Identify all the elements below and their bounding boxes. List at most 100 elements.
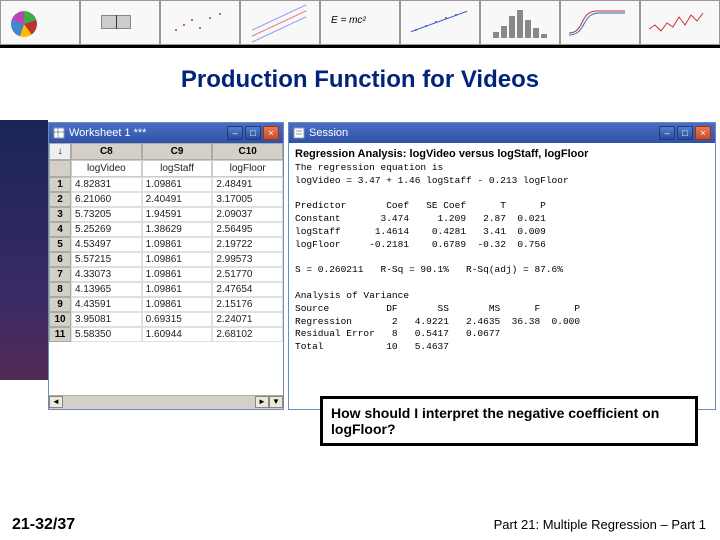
row-header[interactable]: 4 <box>49 222 71 237</box>
row-header[interactable]: 5 <box>49 237 71 252</box>
slide-number: 21-32/37 <box>12 516 75 534</box>
thumb-boxplot[interactable] <box>80 0 160 45</box>
data-cell[interactable]: 5.58350 <box>71 327 142 342</box>
data-cell[interactable]: 2.19722 <box>212 237 283 252</box>
data-cell[interactable]: 1.09861 <box>142 252 213 267</box>
minimize-button[interactable]: – <box>659 126 675 140</box>
col-name[interactable]: logFloor <box>212 160 283 177</box>
data-cell[interactable]: 1.09861 <box>142 237 213 252</box>
session-output[interactable]: Regression Analysis: logVideo versus log… <box>289 143 715 409</box>
data-cell[interactable]: 4.82831 <box>71 177 142 192</box>
thumb-scatter-fit[interactable] <box>400 0 480 45</box>
row-header[interactable]: 8 <box>49 282 71 297</box>
maximize-button[interactable]: □ <box>245 126 261 140</box>
row-header[interactable]: 7 <box>49 267 71 282</box>
col-header[interactable]: C9 <box>142 143 213 160</box>
close-button[interactable]: × <box>695 126 711 140</box>
data-cell[interactable]: 6.21060 <box>71 192 142 207</box>
arrow-cell[interactable]: ↓ <box>49 143 71 160</box>
predictor-row: logFloor -0.2181 0.6789 -0.32 0.756 <box>295 239 546 250</box>
maximize-button[interactable]: □ <box>677 126 693 140</box>
table-row[interactable]: 45.252691.386292.56495 <box>49 222 283 237</box>
data-cell[interactable]: 2.48491 <box>212 177 283 192</box>
data-cell[interactable]: 2.09037 <box>212 207 283 222</box>
data-cell[interactable]: 1.60944 <box>142 327 213 342</box>
row-header[interactable]: 3 <box>49 207 71 222</box>
close-button[interactable]: × <box>263 126 279 140</box>
data-cell[interactable]: 2.56495 <box>212 222 283 237</box>
row-header[interactable]: 11 <box>49 327 71 342</box>
row-header[interactable]: 10 <box>49 312 71 327</box>
data-cell[interactable]: 2.68102 <box>212 327 283 342</box>
scroll-left-button[interactable]: ◄ <box>49 396 63 408</box>
row-header[interactable]: 9 <box>49 297 71 312</box>
anova-heading: Analysis of Variance <box>295 290 409 301</box>
data-cell[interactable]: 1.09861 <box>142 297 213 312</box>
session-window: Session – □ × Regression Analysis: logVi… <box>288 122 716 410</box>
col-header[interactable]: C10 <box>212 143 283 160</box>
anova-row: Total 10 5.4637 <box>295 341 449 352</box>
worksheet-icon <box>53 127 65 139</box>
thumb-timeseries[interactable] <box>640 0 720 45</box>
session-icon <box>293 127 305 139</box>
data-cell[interactable]: 2.47654 <box>212 282 283 297</box>
col-header[interactable]: C8 <box>71 143 142 160</box>
fit-summary: S = 0.260211 R-Sq = 90.1% R-Sq(adj) = 87… <box>295 264 563 275</box>
thumb-pie-chart[interactable] <box>0 0 80 45</box>
worksheet-hscroll[interactable]: ◄ ► ▼ <box>49 395 283 409</box>
data-cell[interactable]: 5.25269 <box>71 222 142 237</box>
data-cell[interactable]: 1.09861 <box>142 282 213 297</box>
data-cell[interactable]: 4.43591 <box>71 297 142 312</box>
table-row[interactable]: 103.950810.693152.24071 <box>49 312 283 327</box>
thumb-fitted-lines[interactable] <box>240 0 320 45</box>
table-row[interactable]: 74.330731.098612.51770 <box>49 267 283 282</box>
worksheet-name-row: logVideo logStaff logFloor <box>49 160 283 177</box>
scroll-down-button[interactable]: ▼ <box>269 396 283 408</box>
data-cell[interactable]: 5.57215 <box>71 252 142 267</box>
thumb-scatterplot[interactable] <box>160 0 240 45</box>
table-row[interactable]: 84.139651.098612.47654 <box>49 282 283 297</box>
table-row[interactable]: 54.534971.098612.19722 <box>49 237 283 252</box>
table-row[interactable]: 14.828311.098612.48491 <box>49 177 283 192</box>
data-cell[interactable]: 5.73205 <box>71 207 142 222</box>
thumb-formula[interactable]: E = mc² <box>320 0 400 45</box>
data-cell[interactable]: 2.99573 <box>212 252 283 267</box>
scroll-right-button[interactable]: ► <box>255 396 269 408</box>
data-cell[interactable]: 2.51770 <box>212 267 283 282</box>
worksheet-titlebar[interactable]: Worksheet 1 *** – □ × <box>49 123 283 143</box>
table-row[interactable]: 115.583501.609442.68102 <box>49 327 283 342</box>
row-header[interactable]: 1 <box>49 177 71 192</box>
data-cell[interactable]: 4.33073 <box>71 267 142 282</box>
col-name[interactable]: logVideo <box>71 160 142 177</box>
data-cell[interactable]: 4.53497 <box>71 237 142 252</box>
col-name[interactable]: logStaff <box>142 160 213 177</box>
content-area: Worksheet 1 *** – □ × ↓ C8 C9 C10 logVid… <box>48 122 716 410</box>
minimize-button[interactable]: – <box>227 126 243 140</box>
slide-footer: Part 21: Multiple Regression – Part 1 <box>490 515 710 534</box>
worksheet-window: Worksheet 1 *** – □ × ↓ C8 C9 C10 logVid… <box>48 122 284 410</box>
data-cell[interactable]: 1.09861 <box>142 177 213 192</box>
data-cell[interactable]: 1.09861 <box>142 267 213 282</box>
session-titlebar[interactable]: Session – □ × <box>289 123 715 143</box>
data-cell[interactable]: 2.40491 <box>142 192 213 207</box>
table-row[interactable]: 65.572151.098612.99573 <box>49 252 283 267</box>
data-cell[interactable]: 1.38629 <box>142 222 213 237</box>
data-cell[interactable]: 2.15176 <box>212 297 283 312</box>
row-header[interactable]: 2 <box>49 192 71 207</box>
data-cell[interactable]: 2.24071 <box>212 312 283 327</box>
thumb-histogram[interactable] <box>480 0 560 45</box>
data-cell[interactable]: 3.95081 <box>71 312 142 327</box>
data-cell[interactable]: 4.13965 <box>71 282 142 297</box>
predictor-row: logStaff 1.4614 0.4281 3.41 0.009 <box>295 226 546 237</box>
anova-header: Source DF SS MS F P <box>295 303 580 314</box>
data-cell[interactable]: 3.17005 <box>212 192 283 207</box>
thumb-scurve[interactable] <box>560 0 640 45</box>
anova-row: Residual Error 8 0.5417 0.0677 <box>295 328 500 339</box>
data-cell[interactable]: 0.69315 <box>142 312 213 327</box>
worksheet-body[interactable]: 14.828311.098612.4849126.210602.404913.1… <box>49 177 283 395</box>
table-row[interactable]: 26.210602.404913.17005 <box>49 192 283 207</box>
data-cell[interactable]: 1.94591 <box>142 207 213 222</box>
table-row[interactable]: 94.435911.098612.15176 <box>49 297 283 312</box>
row-header[interactable]: 6 <box>49 252 71 267</box>
table-row[interactable]: 35.732051.945912.09037 <box>49 207 283 222</box>
